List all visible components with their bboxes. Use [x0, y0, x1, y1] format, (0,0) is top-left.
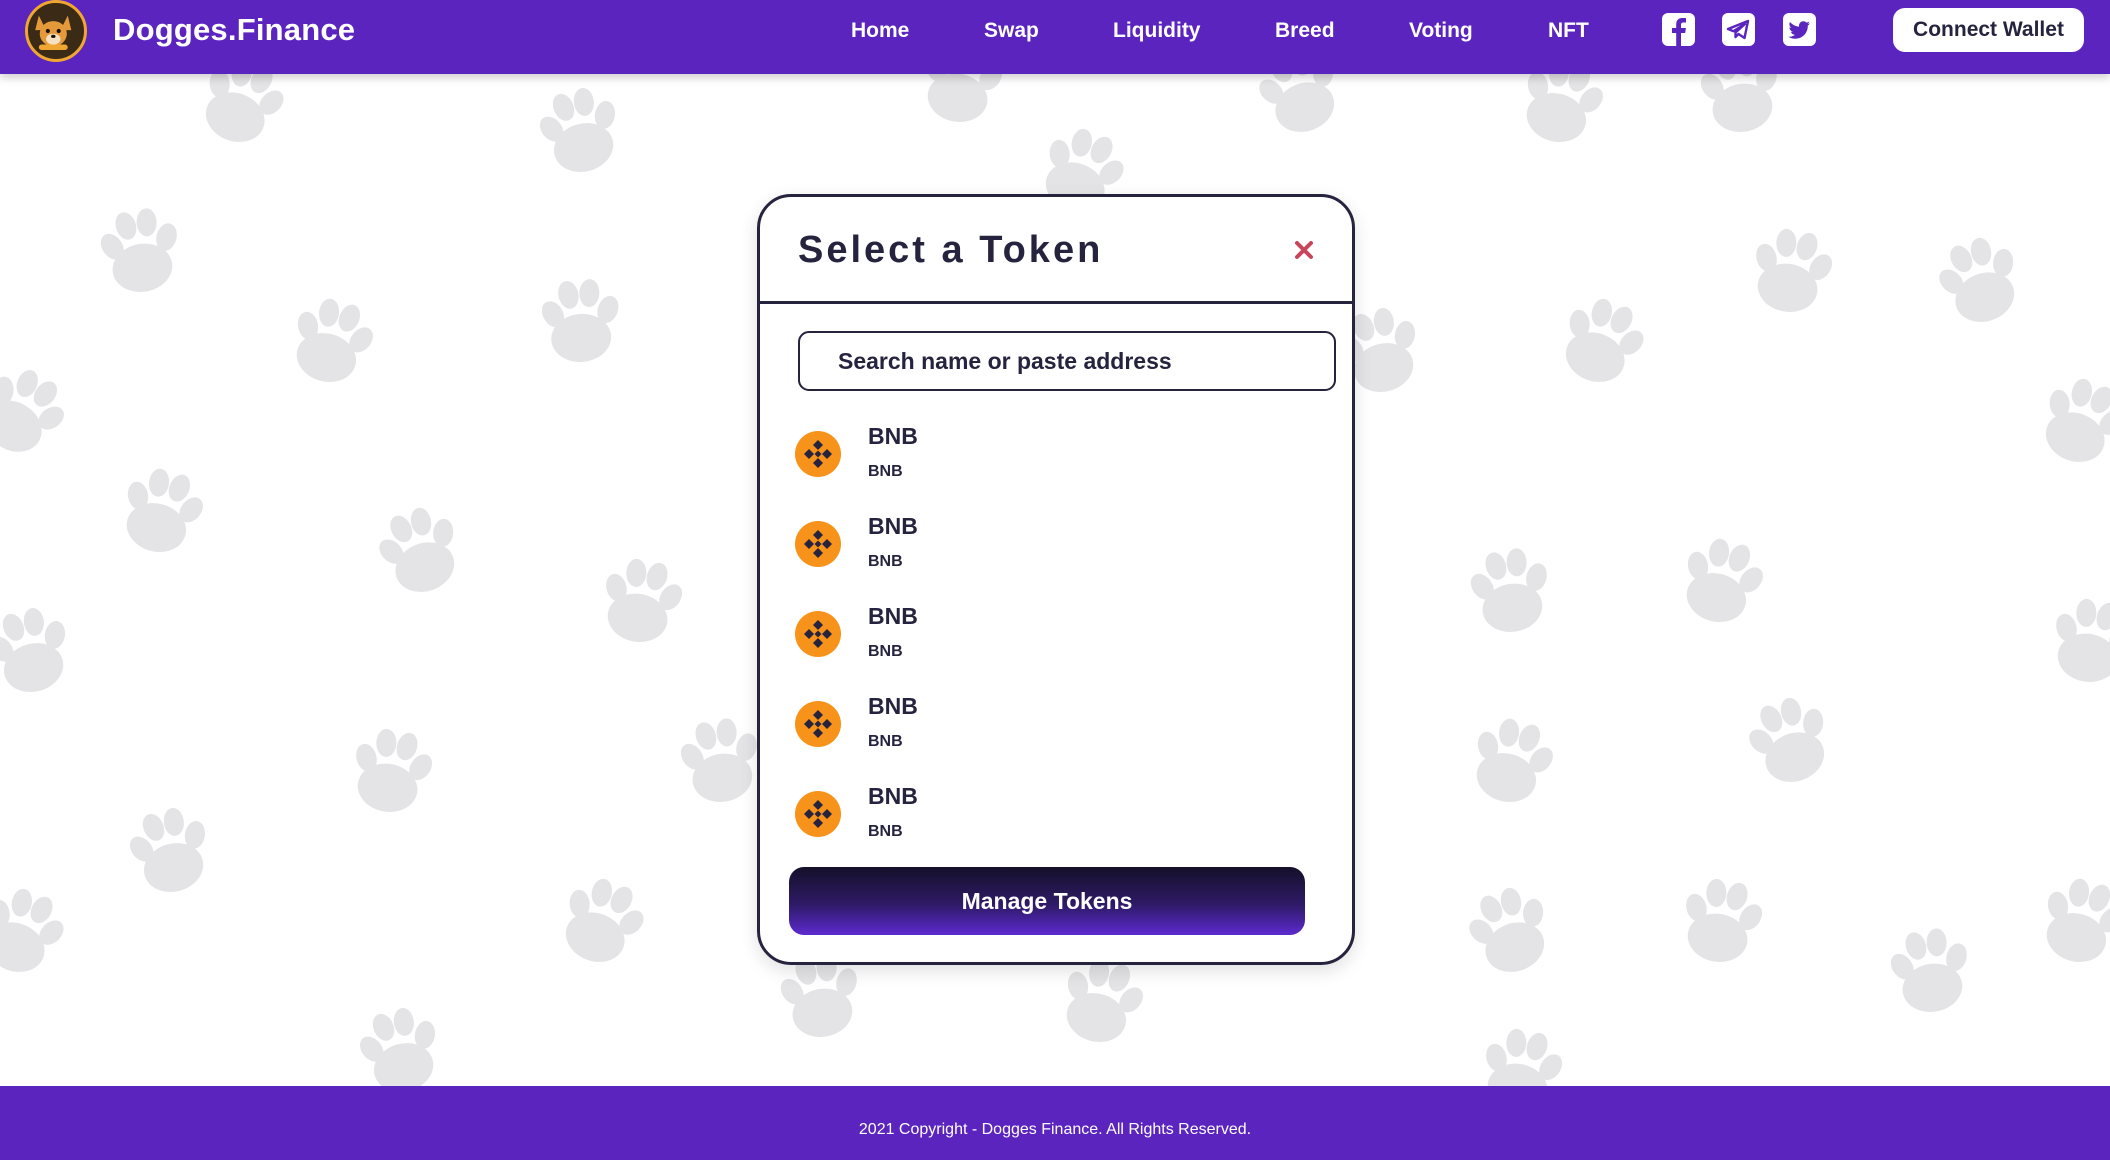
close-icon[interactable]: [1291, 237, 1317, 263]
brand-name[interactable]: Dogges.Finance: [113, 12, 355, 48]
nav-home[interactable]: Home: [851, 19, 909, 43]
token-symbol: BNB: [868, 823, 903, 840]
token-symbol: BNB: [868, 643, 903, 660]
bnb-icon: [795, 791, 841, 837]
token-name: BNB: [868, 693, 918, 719]
token-list-item[interactable]: BNB BNB: [795, 513, 1325, 593]
token-list-item[interactable]: BNB BNB: [795, 603, 1325, 683]
token-symbol: BNB: [868, 463, 903, 480]
manage-tokens-button[interactable]: Manage Tokens: [789, 867, 1305, 935]
facebook-icon[interactable]: [1662, 13, 1695, 46]
nav-nft[interactable]: NFT: [1548, 19, 1589, 43]
modal-divider: [760, 301, 1352, 304]
nav-swap[interactable]: Swap: [984, 19, 1039, 43]
bnb-icon: [795, 611, 841, 657]
top-navbar: Dogges.Finance Home Swap Liquidity Breed…: [0, 0, 2110, 74]
token-symbol: BNB: [868, 733, 903, 750]
token-name: BNB: [868, 603, 918, 629]
connect-wallet-button[interactable]: Connect Wallet: [1893, 8, 2084, 52]
nav-voting[interactable]: Voting: [1409, 19, 1473, 43]
token-list-item[interactable]: BNB BNB: [795, 423, 1325, 503]
token-list-item[interactable]: BNB BNB: [795, 693, 1325, 773]
telegram-icon[interactable]: [1722, 13, 1755, 46]
nav-breed[interactable]: Breed: [1275, 19, 1335, 43]
token-name: BNB: [868, 423, 918, 449]
token-name: BNB: [868, 513, 918, 539]
dog-logo-icon[interactable]: [25, 0, 87, 62]
footer: 2021 Copyright - Dogges Finance. All Rig…: [0, 1086, 2110, 1160]
bnb-icon: [795, 521, 841, 567]
token-search-input[interactable]: [798, 331, 1336, 391]
copyright-text: 2021 Copyright - Dogges Finance. All Rig…: [858, 1121, 1252, 1138]
token-name: BNB: [868, 783, 918, 809]
bnb-icon: [795, 431, 841, 477]
twitter-icon[interactable]: [1783, 13, 1816, 46]
nav-liquidity[interactable]: Liquidity: [1113, 19, 1201, 43]
select-token-modal: Select a Token BNB BNB: [757, 194, 1355, 965]
bnb-icon: [795, 701, 841, 747]
modal-title: Select a Token: [798, 229, 1104, 271]
token-symbol: BNB: [868, 553, 903, 570]
token-list-item[interactable]: BNB BNB: [795, 783, 1325, 863]
